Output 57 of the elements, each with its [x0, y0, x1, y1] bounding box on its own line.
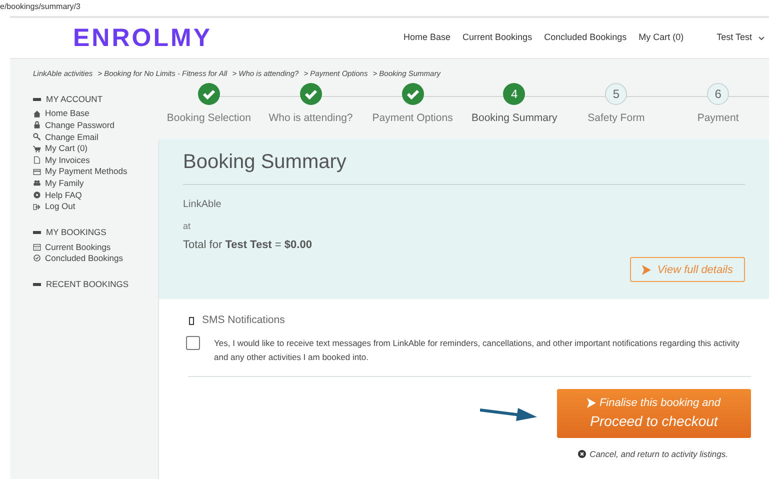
step-number: 5 — [605, 83, 628, 106]
nav-link[interactable]: Home Base — [404, 31, 451, 45]
sidebar-link[interactable]: Change Email — [45, 130, 98, 144]
lock-icon — [33, 121, 41, 130]
step-label: Payment — [697, 111, 739, 126]
close-icon — [578, 450, 586, 458]
step-label: Safety Form — [588, 111, 645, 126]
sms-consent-text: Yes, I would like to receive text messages from LinkAble for reminders, cancellations, and other important notifications regarding this activity and any other activities I am booked into. — [214, 337, 741, 364]
sidebar-link[interactable]: Home Base — [45, 107, 90, 120]
check-circle-icon — [33, 254, 41, 262]
sidebar-link[interactable]: Current Bookings — [45, 240, 111, 254]
section-heading: RECENT BOOKINGS — [46, 278, 128, 292]
sidebar-link[interactable]: My Payment Methods — [45, 165, 128, 178]
nav-link[interactable]: Concluded Bookings — [544, 31, 627, 45]
minus-icon[interactable] — [33, 283, 41, 286]
cart-icon — [33, 144, 41, 153]
logout-icon — [33, 202, 41, 211]
sidebar-link[interactable]: Change Password — [45, 119, 114, 132]
sidebar-link[interactable]: Help FAQ — [45, 188, 82, 202]
cancel-link[interactable]: Cancel, and return to activity listings. — [578, 448, 728, 461]
chevron-icon — [587, 398, 596, 408]
sms-checkbox[interactable] — [186, 336, 200, 350]
nav-link[interactable]: My Cart (0) — [638, 31, 684, 45]
sidebar-link[interactable]: Concluded Bookings — [45, 252, 123, 265]
at-text: at — [183, 220, 191, 234]
credit-card-icon — [33, 168, 41, 176]
user-menu[interactable]: Test Test — [716, 31, 765, 45]
phone-icon — [189, 317, 194, 326]
total-text: Total for Test Test = $0.00 — [183, 238, 312, 253]
arrow-icon — [480, 406, 537, 422]
sms-heading: SMS Notifications — [202, 313, 285, 328]
sidebar-link[interactable]: Log Out — [45, 200, 76, 213]
minus-icon[interactable] — [33, 231, 41, 234]
step-label: Booking Selection — [166, 111, 251, 126]
provider-name: LinkAble — [183, 198, 222, 212]
sidebar-link[interactable]: My Family — [45, 176, 84, 190]
step-number: 4 — [503, 83, 526, 106]
minus-icon[interactable] — [33, 98, 41, 102]
calendar-icon — [33, 242, 41, 251]
step-label: Who is attending? — [268, 111, 353, 126]
logo[interactable]: ENROLMY — [73, 26, 212, 50]
help-icon — [33, 190, 41, 199]
caret-icon — [758, 36, 765, 40]
document-icon — [33, 156, 41, 164]
section-heading: MY ACCOUNT — [46, 93, 103, 106]
step-label: Booking Summary — [471, 111, 558, 126]
sidebar-link[interactable]: My Invoices — [45, 154, 90, 167]
page-title: Booking Summary — [183, 150, 346, 176]
nav-link[interactable]: Current Bookings — [462, 31, 532, 45]
sidebar-link[interactable]: My Cart (0) — [45, 142, 88, 155]
step-label: Payment Options — [372, 111, 453, 126]
step-number: 6 — [707, 83, 730, 106]
url-text: e/bookings/summary/3 — [0, 1, 80, 13]
people-icon — [33, 179, 41, 188]
home-icon — [33, 110, 41, 118]
section-heading: MY BOOKINGS — [46, 226, 106, 240]
chevron-icon — [642, 264, 652, 275]
